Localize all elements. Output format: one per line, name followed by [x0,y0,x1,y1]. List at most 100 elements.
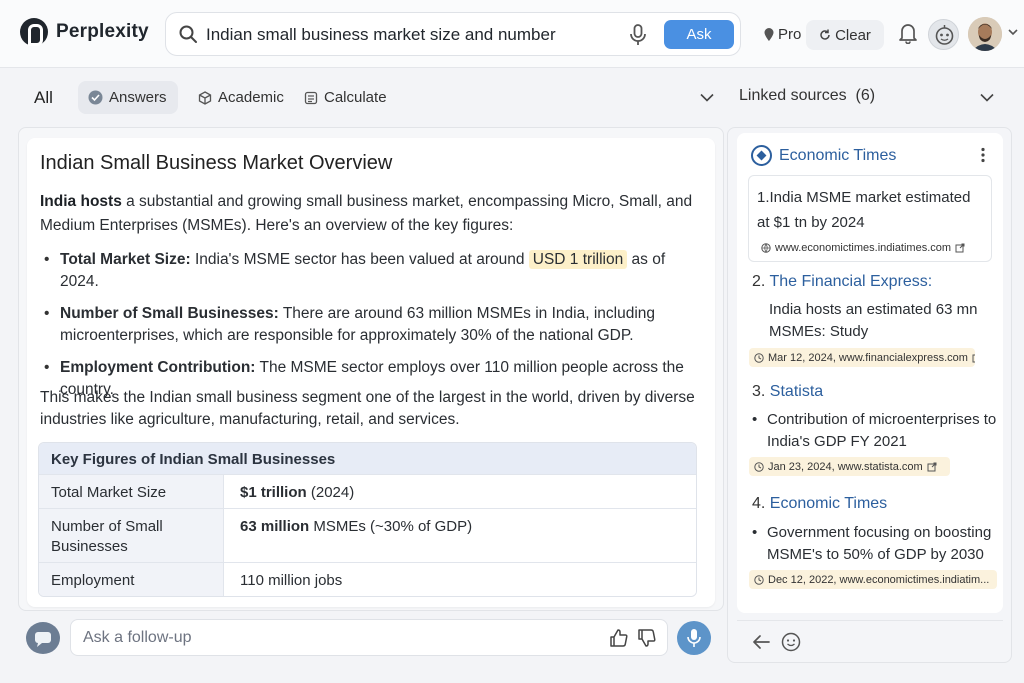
source-number: 4. [752,495,766,512]
table-value: 63 million MSMEs (~30% of GDP) [224,509,696,562]
arrow-left-icon[interactable] [752,634,770,650]
linked-sources-header[interactable]: Linked sources (6) [739,87,875,105]
source-4-name: Economic Times [769,495,888,512]
bell-icon[interactable] [898,22,918,44]
chat-icon [35,632,51,647]
microphone-icon [687,629,701,647]
calculator-icon [304,91,318,104]
key-points-list: Total Market Size: India's MSME sector h… [44,249,704,401]
highlighted-value[interactable]: USD 1 trillion [528,250,628,269]
clear-label: Clear [835,26,871,44]
cube-icon [198,90,212,105]
bullet-text: India's MSME sector has been valued at a… [190,251,529,268]
microphone-icon[interactable] [628,24,648,46]
assistant-avatar[interactable] [928,19,959,50]
tab-calculate-label: Calculate [324,89,387,106]
table-value: $1 trillion (2024) [224,475,696,508]
table-key: Employment [39,563,224,596]
bullet-label: Total Market Size: [60,251,191,268]
bullet-label: Number of Small Businesses: [60,305,279,322]
source-3-text: Contribution of microenterprises to Indi… [752,409,997,453]
list-item: Total Market Size: India's MSME sector h… [44,249,704,293]
search-bar: Ask [165,12,741,56]
robot-icon [935,25,954,45]
answer-conclusion: This makes the Indian small business seg… [40,389,695,428]
table-value: 110 million jobs [224,563,696,596]
perplexity-logo-icon [20,18,48,46]
source-2-header[interactable]: 2. The Financial Express: [752,273,932,291]
search-input[interactable] [206,21,626,49]
ask-button[interactable]: Ask [664,20,734,49]
answer-title: Indian Small Business Market Overview [40,152,393,174]
bullet-label: Employment Contribution: [60,359,256,376]
source-title-text: India MSME market estimated at $1 tn by … [757,189,971,231]
follow-up-input[interactable] [83,626,563,650]
clear-button[interactable]: Clear [806,20,884,50]
source-2-name: The Financial Express: [769,273,933,290]
tab-answers[interactable]: Answers [78,81,178,114]
thumbs-up-icon[interactable] [609,628,629,648]
table-key: Total Market Size [39,475,224,508]
clock-icon [754,461,764,472]
chevron-down-icon[interactable] [700,93,714,102]
tab-academic-label: Academic [218,89,284,106]
table-value-bold: 63 million [240,518,310,535]
source-meta-text: Dec 12, 2022, www.economictimes.indiatim… [768,573,990,586]
linked-sources-count: (6) [855,87,876,104]
answer-intro: India hosts a substantial and growing sm… [40,190,710,238]
source-4-header[interactable]: 4. Economic Times [752,495,887,513]
pro-toggle[interactable]: Pro [764,26,801,43]
source-meta[interactable]: Mar 12, 2024, www.financialexpress.com [749,348,975,367]
voice-input-button[interactable] [677,621,711,655]
source-meta[interactable]: www.economictimes.indiatimes.com [756,238,984,257]
clock-icon [754,352,764,363]
chevron-down-icon[interactable] [980,93,994,102]
user-avatar[interactable] [968,17,1002,51]
source-number: 1. [757,189,770,206]
source-number: 2. [752,273,766,290]
external-link-icon [955,243,965,252]
source-number: 3. [752,383,766,400]
clock-icon [754,574,764,585]
table-row: Total Market Size $1 trillion (2024) [39,474,696,508]
tab-academic[interactable]: Academic [188,81,294,114]
app-logo[interactable]: Perplexity [20,18,149,46]
pin-icon [764,28,774,41]
source-meta-text: Mar 12, 2024, www.financialexpress.com [768,351,968,364]
compass-icon [751,145,772,166]
source-1-name: Economic Times [779,146,897,164]
result-tabs: All Answers Academic Calculate [0,70,724,126]
source-meta[interactable]: Dec 12, 2022, www.economictimes.indiatim… [749,570,997,589]
user-photo-icon [968,17,1002,51]
refresh-icon [820,29,830,40]
follow-up-box [70,619,668,656]
emoji-icon[interactable] [781,632,801,652]
app-name: Perplexity [56,21,149,42]
tab-all[interactable]: All [24,81,63,114]
pro-label: Pro [778,26,802,43]
source-meta[interactable]: Jan 23, 2024, www.statista.com [749,457,950,476]
source-1-title[interactable]: 1.India MSME market estimated at $1 tn b… [757,185,987,235]
chat-bubble-icon[interactable] [26,622,60,654]
divider [737,620,1003,621]
source-3-header[interactable]: 3. Statista [752,383,823,401]
intro-text: a substantial and growing small business… [40,193,693,234]
table-value-text: MSMEs (~30% of GDP) [309,518,473,535]
external-link-icon [972,354,975,362]
table-value-text: (2024) [306,484,355,501]
chevron-down-icon[interactable] [1008,28,1018,36]
thumbs-down-icon[interactable] [637,628,657,648]
search-icon [179,25,197,43]
tab-calculate[interactable]: Calculate [294,81,397,114]
globe-icon [761,242,771,253]
list-item: Number of Small Businesses: There are ar… [44,303,704,347]
source-meta-text: Jan 23, 2024, www.statista.com [768,460,923,473]
external-link-icon [927,462,937,471]
linked-sources-label: Linked sources [739,87,847,104]
table-value-bold: $1 trillion [240,484,307,501]
more-options-icon[interactable] [980,147,986,163]
source-2-text: India hosts an estimated 63 mn MSMEs: St… [769,301,978,340]
check-circle-icon [88,90,103,105]
table-row: Employment 110 million jobs [39,562,696,596]
source-1-header[interactable]: Economic Times [751,145,896,166]
